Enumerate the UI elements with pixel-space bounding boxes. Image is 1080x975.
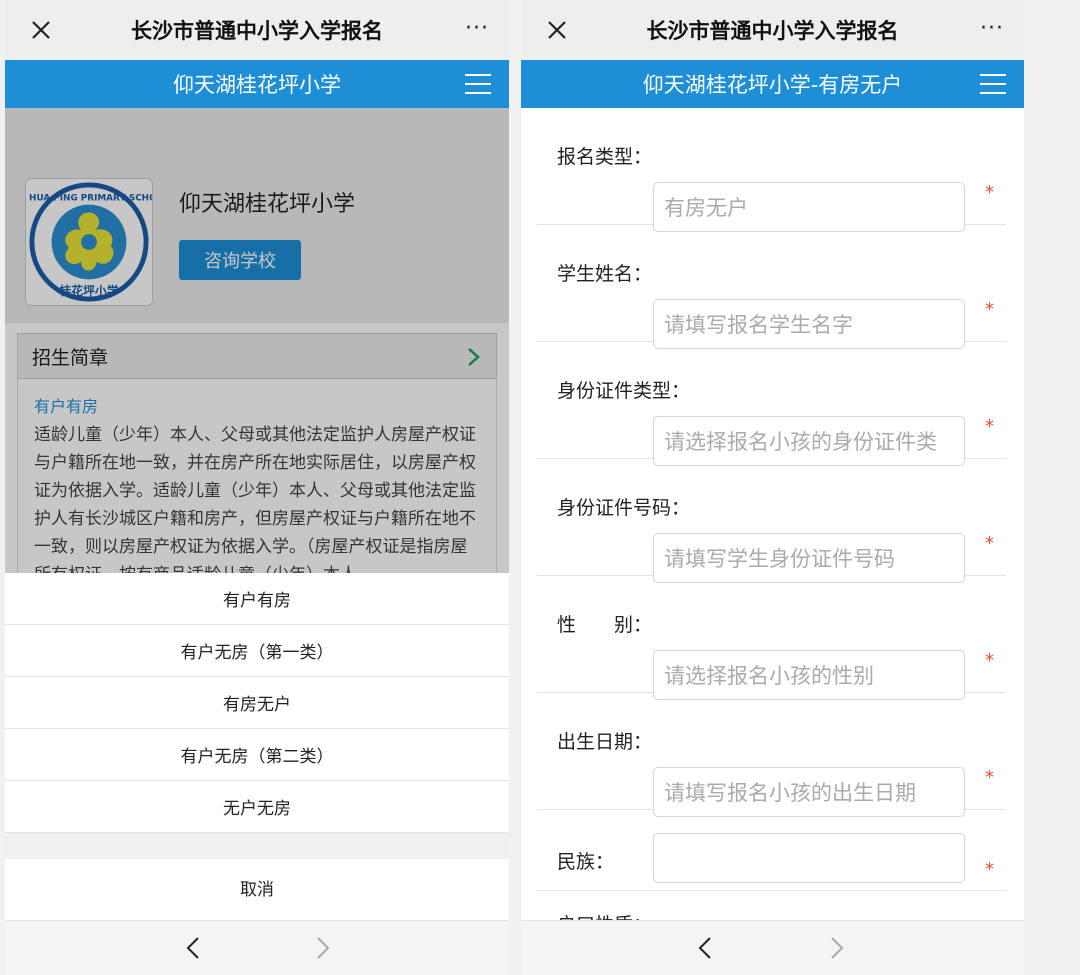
right-phone-screen: 长沙市普通中小学入学报名 ··· 仰天湖桂花坪小学-有房无户 报名类型： 有房无… <box>521 0 1024 975</box>
field-label-household-type: 户口性质： <box>557 910 652 920</box>
field-label: 身份证件类型： <box>557 380 691 402</box>
menu-icon[interactable] <box>980 73 1006 95</box>
back-icon[interactable] <box>693 935 719 961</box>
registration-form: 报名类型： 有房无户 * 学生姓名： 请填写报名学生名字 * 身份证件类型： 请… <box>521 108 1024 920</box>
close-icon[interactable] <box>25 14 57 46</box>
browser-nav-bar <box>521 920 1024 975</box>
required-mark: * <box>985 859 994 880</box>
field-label: 出生日期： <box>557 731 653 753</box>
back-icon[interactable] <box>181 935 207 961</box>
required-mark: * <box>985 533 994 554</box>
browser-nav-bar <box>5 920 509 975</box>
app-title: 长沙市普通中小学入学报名 <box>131 19 383 43</box>
ethnicity-input[interactable] <box>653 833 965 883</box>
field-birth-date: 出生日期： 请填写报名小孩的出生日期 * <box>537 693 1006 817</box>
required-mark: * <box>985 650 994 671</box>
close-icon[interactable] <box>541 14 573 46</box>
form-header: 仰天湖桂花坪小学-有房无户 <box>521 60 1024 108</box>
sheet-option[interactable]: 有户无房（第二类） <box>5 729 509 781</box>
left-phone-screen: 长沙市普通中小学入学报名 ··· 仰天湖桂花坪小学 GUI HUA PING P… <box>5 0 509 975</box>
header-title: 仰天湖桂花坪小学 <box>173 73 341 97</box>
field-label: 性 别： <box>557 614 653 636</box>
field-id-type: 身份证件类型： 请选择报名小孩的身份证件类 * <box>537 342 1006 466</box>
top-bar: 长沙市普通中小学入学报名 ··· <box>5 0 509 60</box>
required-mark: * <box>985 767 994 788</box>
field-id-number: 身份证件号码： 请填写学生身份证件号码 * <box>537 459 1006 583</box>
required-mark: * <box>985 299 994 320</box>
field-gender: 性 别： 请选择报名小孩的性别 * <box>537 576 1006 700</box>
field-registration-type: 报名类型： 有房无户 * <box>537 108 1006 232</box>
sheet-option[interactable]: 有户有房 <box>5 573 509 625</box>
field-label: 学生姓名： <box>557 263 653 285</box>
field-label: 民族： <box>557 851 615 873</box>
more-icon[interactable]: ··· <box>465 18 489 40</box>
required-mark: * <box>985 416 994 437</box>
sheet-divider <box>5 833 509 859</box>
field-label: 报名类型： <box>557 146 653 168</box>
birth-date-input[interactable]: 请填写报名小孩的出生日期 <box>653 767 965 817</box>
menu-icon[interactable] <box>465 73 491 95</box>
forward-icon[interactable] <box>823 935 849 961</box>
header-title: 仰天湖桂花坪小学-有房无户 <box>642 73 903 97</box>
field-student-name: 学生姓名： 请填写报名学生名字 * <box>537 225 1006 349</box>
top-bar: 长沙市普通中小学入学报名 ··· <box>521 0 1024 60</box>
required-mark: * <box>985 182 994 203</box>
modal-overlay[interactable] <box>5 108 509 573</box>
sheet-option[interactable]: 有房无户 <box>5 677 509 729</box>
registration-type-sheet: 有户有房 有户无房（第一类） 有房无户 有户无房（第二类） 无户无房 取消 <box>5 573 509 920</box>
more-icon[interactable]: ··· <box>980 18 1004 40</box>
forward-icon[interactable] <box>309 935 335 961</box>
sheet-option[interactable]: 无户无房 <box>5 781 509 833</box>
cancel-button[interactable]: 取消 <box>5 859 509 916</box>
app-title: 长沙市普通中小学入学报名 <box>646 19 899 43</box>
field-label: 身份证件号码： <box>557 497 691 519</box>
sheet-option[interactable]: 有户无房（第一类） <box>5 625 509 677</box>
school-header: 仰天湖桂花坪小学 <box>5 60 509 108</box>
field-ethnicity: 民族： * <box>537 817 1006 891</box>
